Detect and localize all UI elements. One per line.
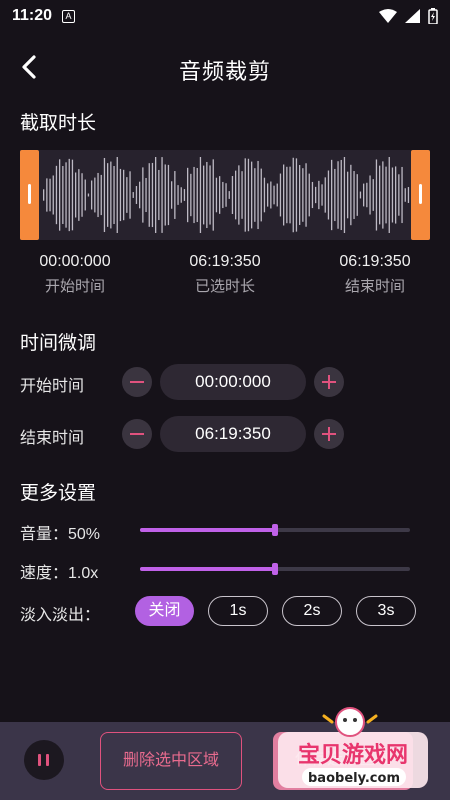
status-time: 11:20: [12, 7, 53, 24]
signal-icon: [405, 9, 420, 23]
app-header: 音频裁剪: [0, 40, 450, 94]
fade-option-off[interactable]: 关闭: [135, 596, 194, 626]
fade-label: 淡入淡出：: [20, 607, 101, 624]
waveform: [43, 157, 410, 233]
trim-end-handle[interactable]: [411, 150, 430, 240]
trim-start-value: 00:00:000: [39, 253, 111, 270]
fade-option-3s[interactable]: 3s: [356, 596, 416, 626]
trim-start-info: 00:00:000 开始时间: [15, 253, 135, 296]
pause-icon: [38, 754, 41, 766]
trim-end-info: 06:19:350 结束时间: [315, 253, 435, 296]
delete-selection-button[interactable]: 删除选中区域: [100, 732, 242, 790]
start-decrease-button[interactable]: [122, 367, 152, 397]
fine-tune-start-label: 开始时间: [20, 378, 85, 395]
trim-section-title: 截取时长: [20, 113, 97, 134]
pause-button[interactable]: [24, 740, 64, 780]
wifi-icon: [379, 9, 397, 23]
more-settings-section-title: 更多设置: [20, 483, 97, 504]
fade-option-1s[interactable]: 1s: [208, 596, 268, 626]
volume-row: 音量：50%: [20, 516, 430, 544]
start-increase-button[interactable]: [314, 367, 344, 397]
save-selection-button[interactable]: 保存选中区域: [273, 732, 413, 790]
speed-row: 速度：1.0x: [20, 555, 430, 583]
trim-start-handle[interactable]: [20, 150, 39, 240]
fine-tune-end-row: 结束时间 06:19:350: [20, 416, 430, 452]
trim-end-value: 06:19:350: [339, 253, 411, 270]
fine-tune-start-row: 开始时间 00:00:000: [20, 364, 430, 400]
end-time-field[interactable]: 06:19:350: [160, 416, 306, 452]
notification-icon: A: [62, 9, 76, 23]
trim-end-label: 结束时间: [344, 278, 405, 295]
pause-icon-bar: [46, 754, 49, 766]
battery-icon: [428, 8, 438, 24]
trim-selected-label: 已选时长: [194, 278, 255, 295]
speed-slider[interactable]: [140, 563, 410, 575]
fade-option-2s[interactable]: 2s: [282, 596, 342, 626]
fine-tune-section-title: 时间微调: [20, 333, 97, 354]
volume-slider-knob[interactable]: [272, 524, 278, 536]
bottom-action-bar: 删除选中区域 保存选中区域: [0, 722, 450, 800]
waveform-editor[interactable]: [20, 150, 430, 240]
volume-slider[interactable]: [140, 524, 410, 536]
page-title: 音频裁剪: [178, 59, 271, 84]
fine-tune-end-label: 结束时间: [20, 430, 85, 447]
speed-slider-fill: [140, 567, 275, 571]
end-increase-button[interactable]: [314, 419, 344, 449]
status-bar: 11:20 A: [0, 0, 450, 32]
trim-start-label: 开始时间: [44, 278, 105, 295]
volume-label: 音量：50%: [20, 526, 101, 543]
end-decrease-button[interactable]: [122, 419, 152, 449]
trim-selected-info: 06:19:350 已选时长: [165, 253, 285, 296]
trim-selected-value: 06:19:350: [189, 253, 261, 270]
speed-slider-knob[interactable]: [272, 563, 278, 575]
speed-label: 速度：1.0x: [20, 565, 99, 582]
start-time-field[interactable]: 00:00:000: [160, 364, 306, 400]
volume-slider-fill: [140, 528, 275, 532]
